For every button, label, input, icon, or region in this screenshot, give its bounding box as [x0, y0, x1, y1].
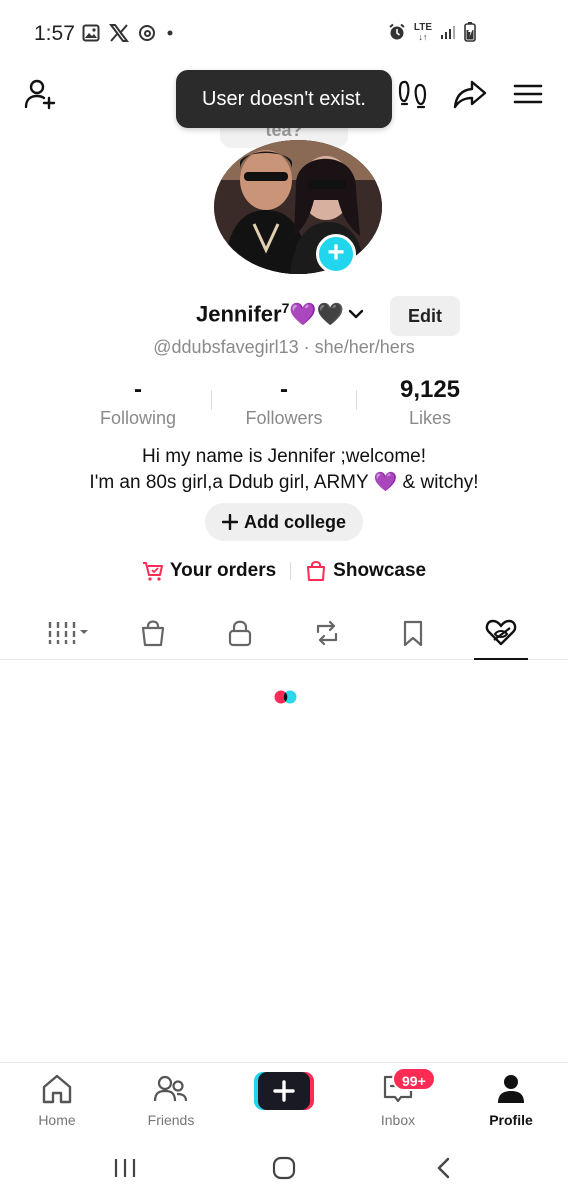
- recent-apps-button[interactable]: [112, 1156, 138, 1185]
- recent-apps-icon: [114, 1159, 136, 1177]
- gallery-icon: [82, 24, 100, 42]
- alarm-icon: [389, 23, 405, 40]
- battery-icon: [464, 22, 476, 42]
- status-time: 1:57: [34, 22, 75, 45]
- nav-friends-label: Friends: [147, 1112, 195, 1128]
- bottom-nav: Home Friends Inbox 99+ Profile: [0, 1062, 568, 1142]
- display-name-emoji: 💜🖤: [289, 301, 345, 327]
- active-tab-indicator: [474, 658, 528, 660]
- nav-profile-label: Profile: [489, 1112, 533, 1128]
- signal-icon: [441, 26, 455, 39]
- loading-indicator: [272, 689, 300, 705]
- add-friend-button[interactable]: [22, 76, 58, 117]
- showcase-label: Showcase: [333, 560, 427, 581]
- likes-stat[interactable]: 9,125 Likes: [360, 376, 500, 429]
- change-avatar-button[interactable]: +: [316, 234, 356, 274]
- nav-home-label: Home: [38, 1112, 76, 1128]
- tab-videos[interactable]: [34, 612, 104, 660]
- bio-line: I'm an 80s girl,a Ddub girl, ARMY 💜 & wi…: [89, 472, 479, 493]
- nav-friends[interactable]: Friends: [126, 1073, 216, 1128]
- lock-icon: [228, 620, 252, 647]
- nav-profile[interactable]: Profile: [466, 1073, 556, 1128]
- bookmark-icon: [403, 620, 423, 647]
- back-chevron-icon: [437, 1157, 450, 1179]
- create-plus-icon: [254, 1072, 314, 1110]
- home-circle-icon: [272, 1156, 296, 1180]
- tab-liked[interactable]: [466, 612, 536, 660]
- back-system-button[interactable]: [432, 1156, 456, 1185]
- following-stat[interactable]: - Following: [68, 376, 208, 429]
- following-count: -: [134, 376, 142, 403]
- tab-favorites[interactable]: [378, 612, 448, 660]
- likes-count: 9,125: [399, 376, 461, 403]
- error-toast: User doesn't exist.: [176, 70, 392, 128]
- share-profile-button[interactable]: [452, 76, 488, 117]
- your-orders-link[interactable]: Your orders: [142, 560, 276, 582]
- followers-label: Followers: [245, 408, 323, 428]
- lte-indicator: LTE ↓↑: [413, 21, 432, 42]
- edit-profile-button[interactable]: Edit: [390, 296, 460, 336]
- home-system-button[interactable]: [271, 1156, 297, 1185]
- pronouns: she/her/hers: [314, 337, 415, 357]
- status-notification-icons: [82, 24, 175, 42]
- menu-button[interactable]: [512, 76, 544, 117]
- display-name: Jennifer7💜🖤: [196, 300, 344, 327]
- display-name-row[interactable]: Jennifer7💜🖤: [196, 300, 366, 327]
- footprints-icon: [398, 80, 427, 109]
- tab-reposts[interactable]: [292, 612, 362, 660]
- username-handle: @ddubsfavegirl13: [153, 337, 299, 357]
- plus-icon: +: [327, 236, 345, 269]
- add-user-icon: [24, 79, 56, 110]
- shop-divider: [290, 562, 292, 580]
- shop-links-row: Your orders Showcase: [0, 560, 568, 582]
- avatar[interactable]: [214, 140, 382, 274]
- nav-inbox-label: Inbox: [380, 1112, 416, 1128]
- shopping-cart-icon: [142, 562, 163, 581]
- repost-icon: [316, 620, 338, 646]
- home-icon: [42, 1074, 72, 1104]
- system-nav-bar: [0, 1142, 568, 1200]
- handle-separator: ·: [303, 337, 310, 357]
- lte-label: LTE: [413, 21, 432, 33]
- followers-stat[interactable]: - Followers: [214, 376, 354, 429]
- create-button[interactable]: [254, 1071, 314, 1111]
- threads-icon: [139, 25, 155, 41]
- handle-line: @ddubsfavegirl13 · she/her/hers: [0, 337, 568, 358]
- hamburger-menu-icon: [513, 84, 543, 104]
- display-name-text: Jennifer: [196, 301, 282, 327]
- tab-private[interactable]: [205, 612, 275, 660]
- loading-dots-icon: [274, 690, 297, 704]
- stat-divider: [211, 390, 212, 410]
- following-label: Following: [99, 408, 177, 428]
- chevron-down-icon: [348, 309, 364, 318]
- add-college-button[interactable]: Add college: [205, 503, 363, 541]
- friends-icon: [153, 1075, 188, 1102]
- nav-home[interactable]: Home: [12, 1073, 102, 1128]
- toast-message: User doesn't exist.: [202, 87, 366, 110]
- inbox-badge: 99+: [392, 1067, 436, 1091]
- add-college-label: Add college: [243, 511, 346, 532]
- x-logo-icon: [109, 24, 129, 42]
- bio: Hi my name is Jennifer ;welcome! I'm an …: [0, 444, 568, 496]
- liked-hidden-icon: [485, 619, 517, 646]
- plus-icon: [221, 514, 238, 530]
- dot-icon: [167, 30, 173, 36]
- profile-views-button[interactable]: [398, 76, 428, 117]
- stat-divider: [356, 390, 357, 410]
- showcase-link[interactable]: Showcase: [305, 560, 426, 582]
- avatar-photo: [214, 140, 382, 274]
- profile-icon: [498, 1075, 524, 1103]
- bio-line: Hi my name is Jennifer ;welcome!: [141, 446, 427, 467]
- shopping-bag-icon: [141, 620, 165, 647]
- content-tab-bar: [0, 612, 568, 660]
- likes-label: Likes: [408, 408, 452, 428]
- shopping-bag-icon: [307, 561, 326, 581]
- followers-count: -: [280, 376, 288, 403]
- status-system-icons: LTE ↓↑: [388, 22, 476, 42]
- videos-grid-icon: [48, 622, 88, 644]
- your-orders-label: Your orders: [169, 560, 277, 581]
- share-arrow-icon: [453, 80, 487, 109]
- tab-shop[interactable]: [118, 612, 188, 660]
